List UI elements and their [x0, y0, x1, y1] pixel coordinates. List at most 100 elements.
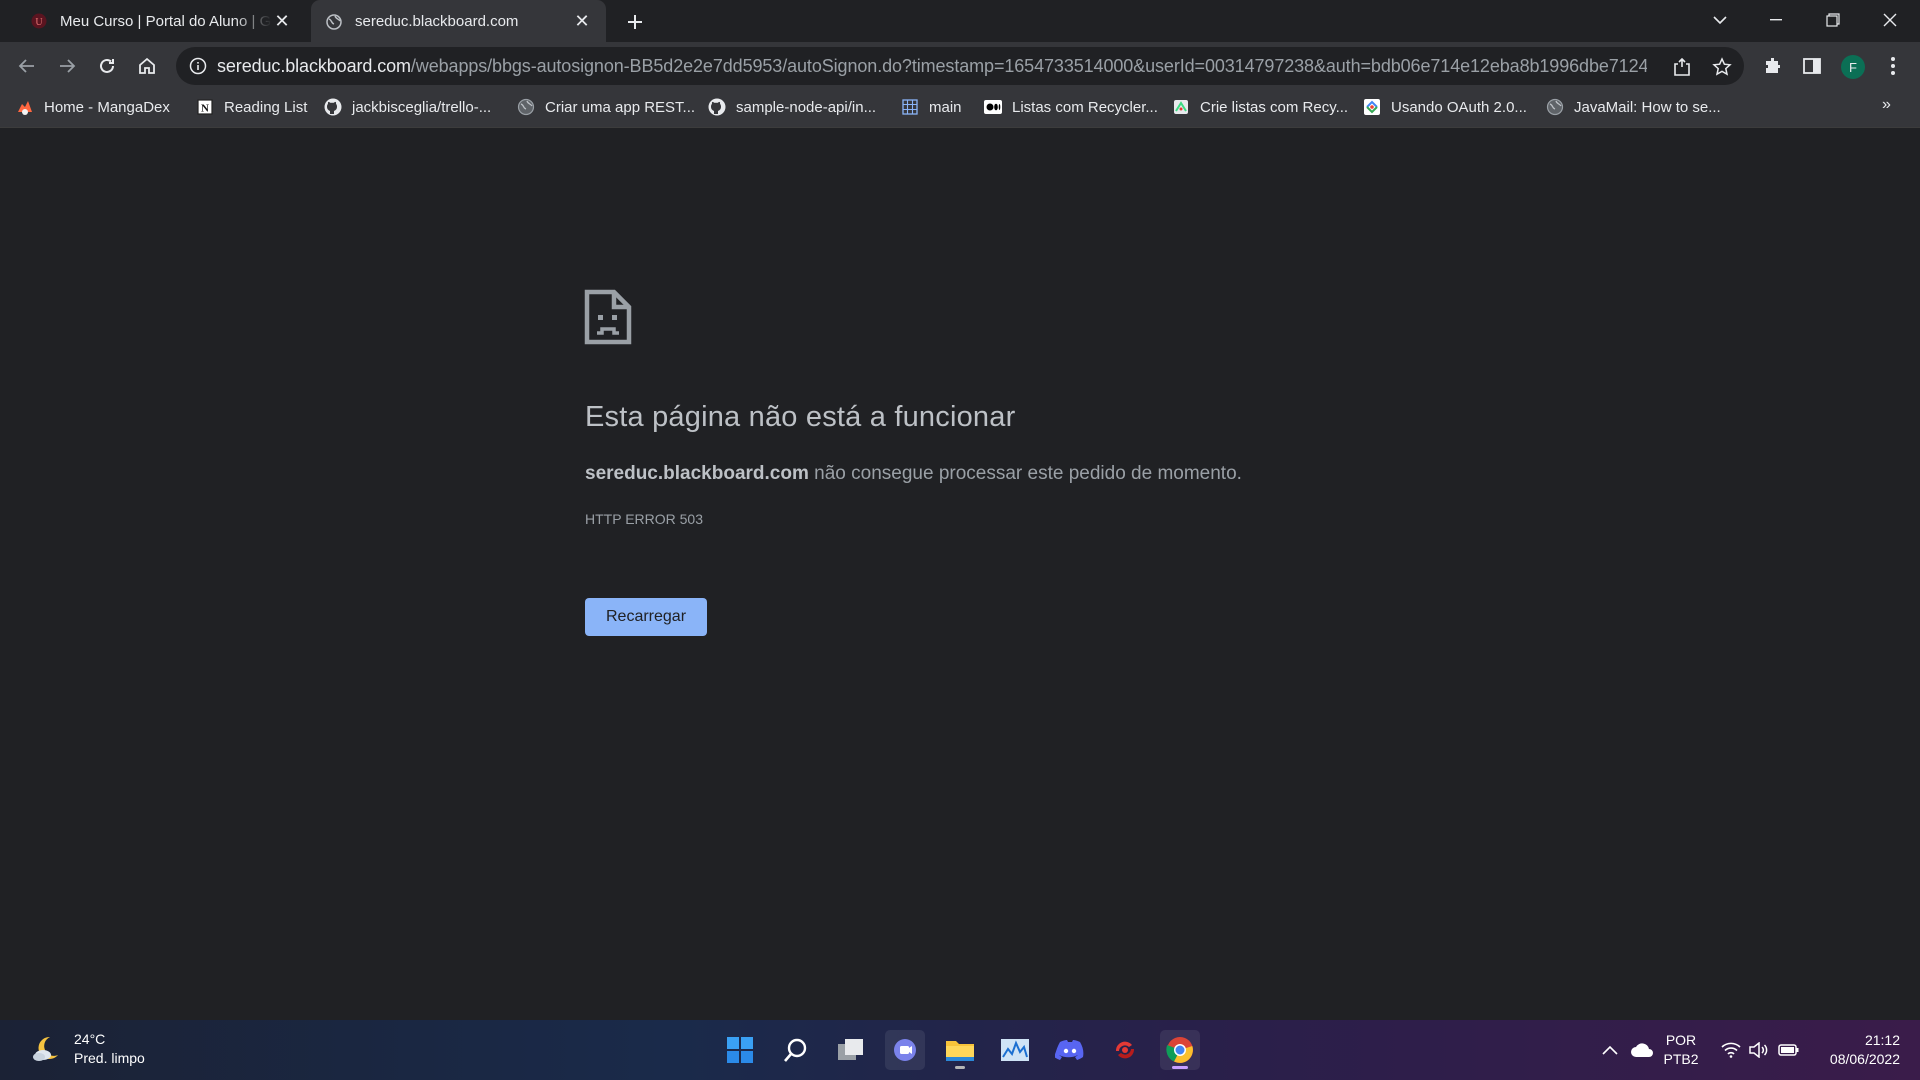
profile-avatar[interactable]: F [1841, 55, 1865, 79]
forward-button[interactable] [51, 50, 83, 82]
share-icon[interactable] [1670, 55, 1694, 79]
android-icon [1172, 98, 1190, 116]
task-view-button[interactable] [831, 1030, 871, 1070]
weather-description: Pred. limpo [74, 1050, 145, 1066]
new-tab-button[interactable] [620, 7, 650, 37]
bookmark-label: main [929, 98, 962, 116]
bookmark-listas-recycler[interactable]: Listas com Recycler... [984, 90, 1158, 124]
error-title: Esta página não está a funcionar [585, 401, 1016, 433]
grid-icon [901, 98, 919, 116]
back-button[interactable] [11, 50, 43, 82]
url-text[interactable]: sereduc.blackboard.com/webapps/bbgs-auto… [217, 56, 1647, 77]
search-icon [784, 1038, 807, 1062]
bookmark-oauth[interactable]: Usando OAuth 2.0... [1363, 90, 1527, 124]
chat-icon [894, 1039, 916, 1061]
close-tab-icon[interactable]: ✕ [272, 11, 292, 31]
tab-title: Meu Curso | Portal do Aluno | Grupo [60, 12, 272, 30]
system-clock[interactable]: 21:12 08/06/2022 [1812, 1031, 1900, 1069]
bookmark-label: JavaMail: How to se... [1574, 98, 1721, 116]
error-page: Esta página não está a funcionar sereduc… [0, 129, 1920, 1020]
keyboard-layout: PTB2 [1663, 1051, 1699, 1067]
show-hidden-icons-chevron-icon[interactable] [1598, 1030, 1622, 1070]
bookmark-main[interactable]: main [901, 90, 962, 124]
red-arc-app-icon [1115, 1041, 1135, 1059]
bookmark-sample-node-api[interactable]: sample-node-api/in... [708, 90, 876, 124]
running-indicator [955, 1066, 965, 1069]
monitor-app-button[interactable] [995, 1030, 1035, 1070]
sad-page-icon [584, 289, 632, 345]
bookmark-reading-list[interactable]: N Reading List [196, 90, 307, 124]
bookmark-label: Usando OAuth 2.0... [1391, 98, 1527, 116]
globe-icon [325, 13, 343, 31]
chrome-button[interactable] [1160, 1030, 1200, 1070]
bookmark-crie-listas[interactable]: Crie listas com Recy... [1172, 90, 1348, 124]
bookmark-label: jackbisceglia/trello-... [352, 98, 492, 116]
battery-charging-icon[interactable] [1776, 1030, 1802, 1070]
bookmark-label: Criar uma app REST... [545, 98, 696, 116]
site-info-icon[interactable] [188, 56, 208, 76]
medium-icon [984, 98, 1002, 116]
google-icon [1363, 98, 1381, 116]
reload-page-button[interactable]: Recarregar [585, 598, 707, 636]
globe-icon [517, 98, 535, 116]
search-button[interactable] [776, 1030, 816, 1070]
error-message: não consegue processar este pedido de mo… [808, 463, 1242, 484]
bookmark-label: sample-node-api/in... [736, 98, 877, 116]
tab-search-chevron-icon[interactable] [1692, 0, 1748, 40]
tab-title: sereduc.blackboard.com [355, 13, 519, 30]
minimize-button[interactable] [1748, 0, 1804, 40]
bookmark-javamail[interactable]: JavaMail: How to se... [1546, 90, 1721, 124]
bookmark-label: Reading List [224, 98, 308, 116]
weather-temperature: 24°C [74, 1031, 106, 1047]
extensions-icon[interactable] [1760, 53, 1786, 79]
task-view-icon [838, 1039, 863, 1060]
bookmark-label: Home - MangaDex [44, 98, 170, 116]
more-bookmarks-chevron-icon[interactable]: » [1882, 96, 1891, 114]
bookmark-criar-app-rest[interactable]: Criar uma app REST... [517, 90, 695, 124]
address-bar[interactable]: sereduc.blackboard.com/webapps/bbgs-auto… [176, 47, 1744, 85]
tab-portal-do-aluno[interactable]: U Meu Curso | Portal do Aluno | Grupo ✕ [16, 0, 306, 42]
bookmark-trello[interactable]: jackbisceglia/trello-... [324, 90, 491, 124]
error-host: sereduc.blackboard.com [585, 463, 809, 484]
home-button[interactable] [131, 50, 163, 82]
performance-monitor-icon [1001, 1039, 1029, 1061]
start-button[interactable] [720, 1030, 760, 1070]
github-icon [708, 98, 726, 116]
globe-icon [1546, 98, 1564, 116]
volume-icon[interactable] [1746, 1030, 1772, 1070]
bookmark-label: Listas com Recycler... [1012, 98, 1158, 116]
language-code: POR [1665, 1032, 1697, 1048]
file-explorer-button[interactable] [940, 1030, 980, 1070]
tab-sereduc[interactable]: sereduc.blackboard.com ✕ [311, 0, 606, 43]
onedrive-cloud-icon[interactable] [1627, 1030, 1657, 1070]
portal-favicon-icon: U [30, 12, 48, 30]
svg-text:U: U [35, 17, 43, 28]
github-icon [324, 98, 342, 116]
teams-chat-button[interactable] [885, 1030, 925, 1070]
side-panel-icon[interactable] [1799, 53, 1825, 79]
discord-button[interactable] [1050, 1030, 1090, 1070]
bookmark-star-icon[interactable] [1710, 55, 1734, 79]
clock-time: 21:12 [1864, 1032, 1900, 1048]
wifi-icon[interactable] [1718, 1030, 1744, 1070]
discord-icon [1055, 1040, 1084, 1060]
bookmarks-bar: Home - MangaDex N Reading List jackbisce… [0, 90, 1920, 128]
weather-widget[interactable]: 24°C Pred. limpo [30, 1030, 145, 1068]
menu-kebab-icon[interactable] [1880, 53, 1906, 79]
bookmark-mangadex[interactable]: Home - MangaDex [16, 90, 170, 124]
notion-icon: N [196, 98, 214, 116]
close-window-button[interactable] [1862, 0, 1918, 40]
restore-button[interactable] [1805, 0, 1861, 40]
windows-taskbar: 24°C Pred. limpo POR PTB2 21:12 08/06/20… [0, 1020, 1920, 1080]
close-tab-icon[interactable]: ✕ [572, 11, 592, 32]
red-app-button[interactable] [1105, 1030, 1145, 1070]
moon-cloud-icon [33, 1036, 58, 1061]
reload-button[interactable] [91, 50, 123, 82]
tab-strip: U Meu Curso | Portal do Aluno | Grupo ✕ … [0, 0, 1920, 43]
running-indicator [1172, 1066, 1188, 1069]
browser-toolbar: sereduc.blackboard.com/webapps/bbgs-auto… [0, 42, 1920, 90]
language-indicator[interactable]: POR PTB2 [1657, 1031, 1705, 1069]
svg-text:N: N [201, 103, 209, 115]
chrome-icon [1166, 1037, 1193, 1063]
bookmark-label: Crie listas com Recy... [1200, 98, 1349, 116]
